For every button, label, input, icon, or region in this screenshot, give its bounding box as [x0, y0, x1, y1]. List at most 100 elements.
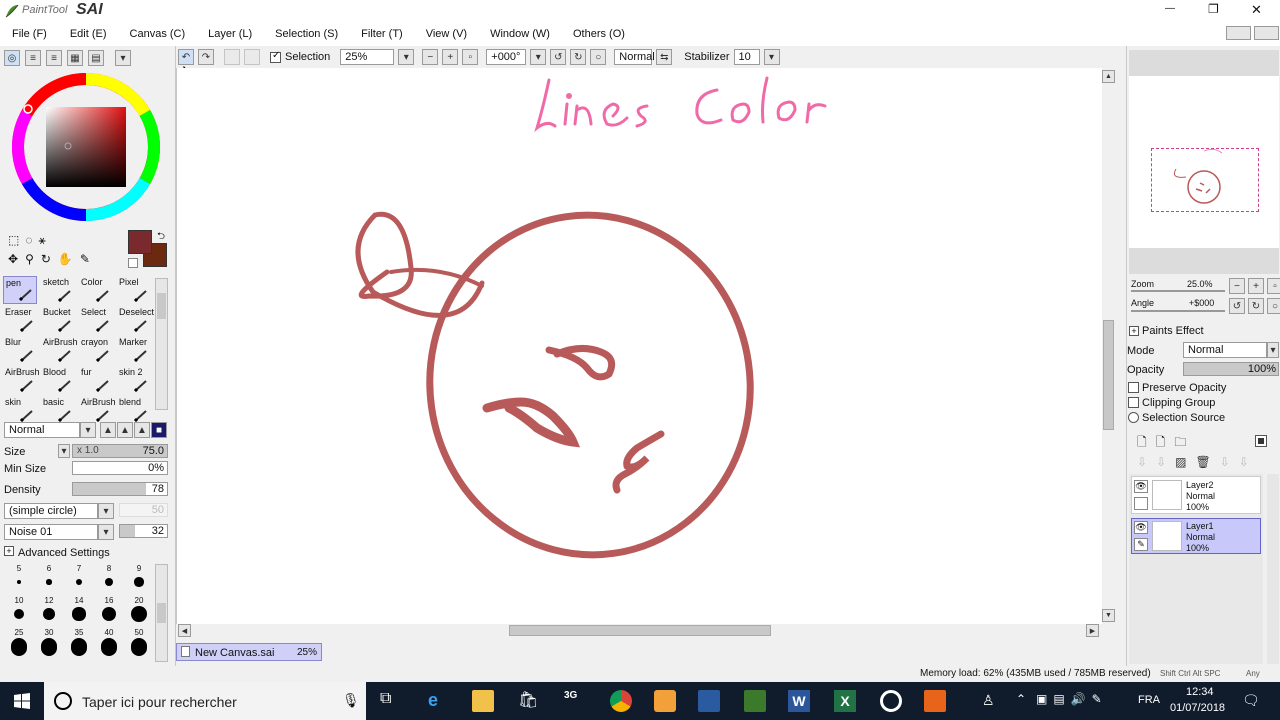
stabilizer-dropdown-icon[interactable]: ▾	[763, 49, 780, 65]
brush-shape-field[interactable]: (simple circle)	[4, 503, 98, 519]
brush-tool-cell[interactable]: fur	[79, 366, 113, 394]
clipping-group-checkbox[interactable]	[1128, 397, 1139, 408]
app-3g-icon[interactable]: 3G	[564, 690, 586, 712]
brush-tool-cell[interactable]: skin 2	[117, 366, 151, 394]
rotation-field[interactable]: +000°	[486, 49, 527, 65]
panel-min-icon[interactable]	[1226, 26, 1251, 40]
brush-blend-mode-field[interactable]: Normal	[4, 422, 80, 438]
size-slider[interactable]: x 1.0 75.0	[72, 444, 168, 458]
nav-rotate-right-icon[interactable]: ↻	[1248, 298, 1264, 314]
redo-icon[interactable]: ↷	[198, 49, 214, 65]
brush-tool-cell[interactable]: blend	[117, 396, 151, 424]
chrome-icon[interactable]	[610, 690, 632, 712]
new-folder-icon[interactable]: 🗀	[1174, 433, 1186, 454]
menu-window[interactable]: Window (W)	[478, 28, 561, 40]
scratchpad-tab-icon[interactable]: ▤	[88, 50, 104, 66]
move-icon[interactable]: ✥	[8, 252, 18, 266]
lasso-icon[interactable]: ◌	[25, 233, 32, 248]
restore-button[interactable]: ❐	[1208, 2, 1219, 16]
layer-brush-icon[interactable]: ✎	[1134, 538, 1148, 551]
windows-start-icon[interactable]	[14, 693, 30, 709]
deselect-icon[interactable]	[224, 49, 240, 65]
brush-tool-cell[interactable]: Eraser	[3, 306, 37, 334]
merge-down-icon[interactable]: ⇩	[1156, 455, 1166, 469]
file-explorer-icon[interactable]	[472, 690, 494, 712]
brush-shape-slider[interactable]: 50	[119, 503, 168, 517]
brush-tool-cell[interactable]: AirBrush	[79, 396, 116, 424]
clock-date[interactable]: 01/07/2018	[1170, 702, 1225, 714]
brush-tool-cell[interactable]: pen	[3, 276, 37, 304]
brush-tool-cell[interactable]: Select	[79, 306, 113, 334]
vertical-scroll-thumb[interactable]	[1103, 320, 1114, 430]
microphone-icon[interactable]: 🎙	[342, 692, 360, 709]
brush-tool-cell[interactable]: AirBrush	[41, 336, 78, 364]
rect-select-icon[interactable]: ⬚	[8, 233, 19, 248]
edge-browser-icon[interactable]: e	[428, 690, 450, 712]
layer-mask-icon[interactable]	[1255, 435, 1267, 447]
nav-zoom-out-icon[interactable]: −	[1229, 278, 1245, 294]
scroll-right-icon[interactable]: ▶	[1086, 624, 1099, 637]
word-icon[interactable]: W	[788, 690, 810, 712]
magic-wand-icon[interactable]: ⚹	[38, 233, 45, 248]
brush-tool-cell[interactable]: AirBrush	[3, 366, 40, 394]
zoom-field[interactable]: 25%	[340, 49, 395, 65]
menu-edit[interactable]: Edit (E)	[58, 28, 118, 40]
brush-size-preset[interactable]	[125, 640, 153, 656]
recorder-icon[interactable]	[924, 690, 946, 712]
canvas-horizontal-scrollbar[interactable]: ◀ ▶	[176, 624, 1102, 638]
navigator-view[interactable]	[1129, 50, 1279, 274]
hsv-slider-tab-icon[interactable]: ≡	[46, 50, 62, 66]
menu-canvas[interactable]: Canvas (C)	[118, 28, 197, 40]
task-view-icon[interactable]: ⧉	[380, 690, 402, 712]
brush-size-preset[interactable]	[35, 640, 63, 656]
zoom-dropdown-icon[interactable]: ▾	[398, 49, 415, 65]
brush-texture-slider[interactable]: 32	[119, 524, 168, 538]
excel-icon[interactable]: X	[834, 690, 856, 712]
brush-shape-dropdown-icon[interactable]: ▾	[98, 503, 114, 519]
blend-mode-field[interactable]: Normal	[614, 49, 655, 65]
brush-tool-cell[interactable]: basic	[41, 396, 75, 424]
stabilizer-field[interactable]: 10	[733, 49, 760, 65]
brush-tool-cell[interactable]: Blur	[3, 336, 37, 364]
notification-center-icon[interactable]: 🗨	[1242, 692, 1260, 709]
language-indicator[interactable]: FRA	[1138, 694, 1160, 706]
brush-size-preset[interactable]	[5, 640, 33, 656]
menu-file[interactable]: File (F)	[0, 28, 58, 40]
hand-icon[interactable]: ✋	[58, 252, 73, 266]
layer-list-scrollbar[interactable]	[1267, 474, 1279, 664]
rotate-left-icon[interactable]: ↺	[550, 49, 567, 65]
min-size-slider[interactable]: 0%	[72, 461, 168, 475]
density-slider[interactable]: 78	[72, 482, 168, 496]
brush-size-preset[interactable]	[65, 574, 93, 590]
rotate-right-icon[interactable]: ↻	[570, 49, 587, 65]
brush-size-preset[interactable]	[125, 574, 153, 590]
transfer-down-icon[interactable]: ⇩	[1137, 455, 1147, 469]
brush-texture-field[interactable]: Noise 01	[4, 524, 98, 540]
edge-soft-icon[interactable]: ▲	[100, 422, 116, 438]
taskbar-search-box[interactable]: Taper ici pour rechercher 🎙	[44, 682, 366, 720]
layer-lock-checkbox[interactable]	[1134, 497, 1148, 510]
preserve-opacity-checkbox[interactable]	[1128, 382, 1139, 393]
canvas-vertical-scrollbar[interactable]: ▲ ▼	[1102, 68, 1116, 624]
color-palette-tab-icon[interactable]: ▦	[67, 50, 83, 66]
layer-row[interactable]: 👁 Layer2 Normal 100%	[1131, 476, 1261, 514]
brush-tool-cell[interactable]: Pixel	[117, 276, 151, 304]
menu-selection[interactable]: Selection (S)	[263, 28, 349, 40]
nav-zoom-in-icon[interactable]: +	[1248, 278, 1264, 294]
brush-tool-cell[interactable]: Blood	[41, 366, 75, 394]
menu-layer[interactable]: Layer (L)	[196, 28, 263, 40]
size-mult-dropdown-icon[interactable]: ▾	[58, 444, 70, 458]
layer-visibility-eye-icon[interactable]: 👁	[1134, 521, 1148, 534]
delete-layer-icon[interactable]: 🗑	[1195, 455, 1210, 469]
close-button[interactable]: ✕	[1251, 2, 1262, 18]
people-icon[interactable]: ♙	[982, 692, 995, 709]
brush-size-preset[interactable]	[95, 606, 123, 622]
selection-source-checkbox[interactable]	[1128, 412, 1139, 423]
eyedropper-icon[interactable]: ✎	[80, 252, 90, 266]
scroll-up-icon[interactable]: ▲	[1102, 70, 1115, 83]
app-window-icon[interactable]	[698, 690, 720, 712]
layer-opacity-slider[interactable]: 100%	[1183, 362, 1279, 376]
brush-size-preset[interactable]	[125, 606, 153, 622]
tray-icons[interactable]: ▣▤🔊✎	[1036, 692, 1108, 706]
brush-size-preset[interactable]	[5, 574, 33, 590]
